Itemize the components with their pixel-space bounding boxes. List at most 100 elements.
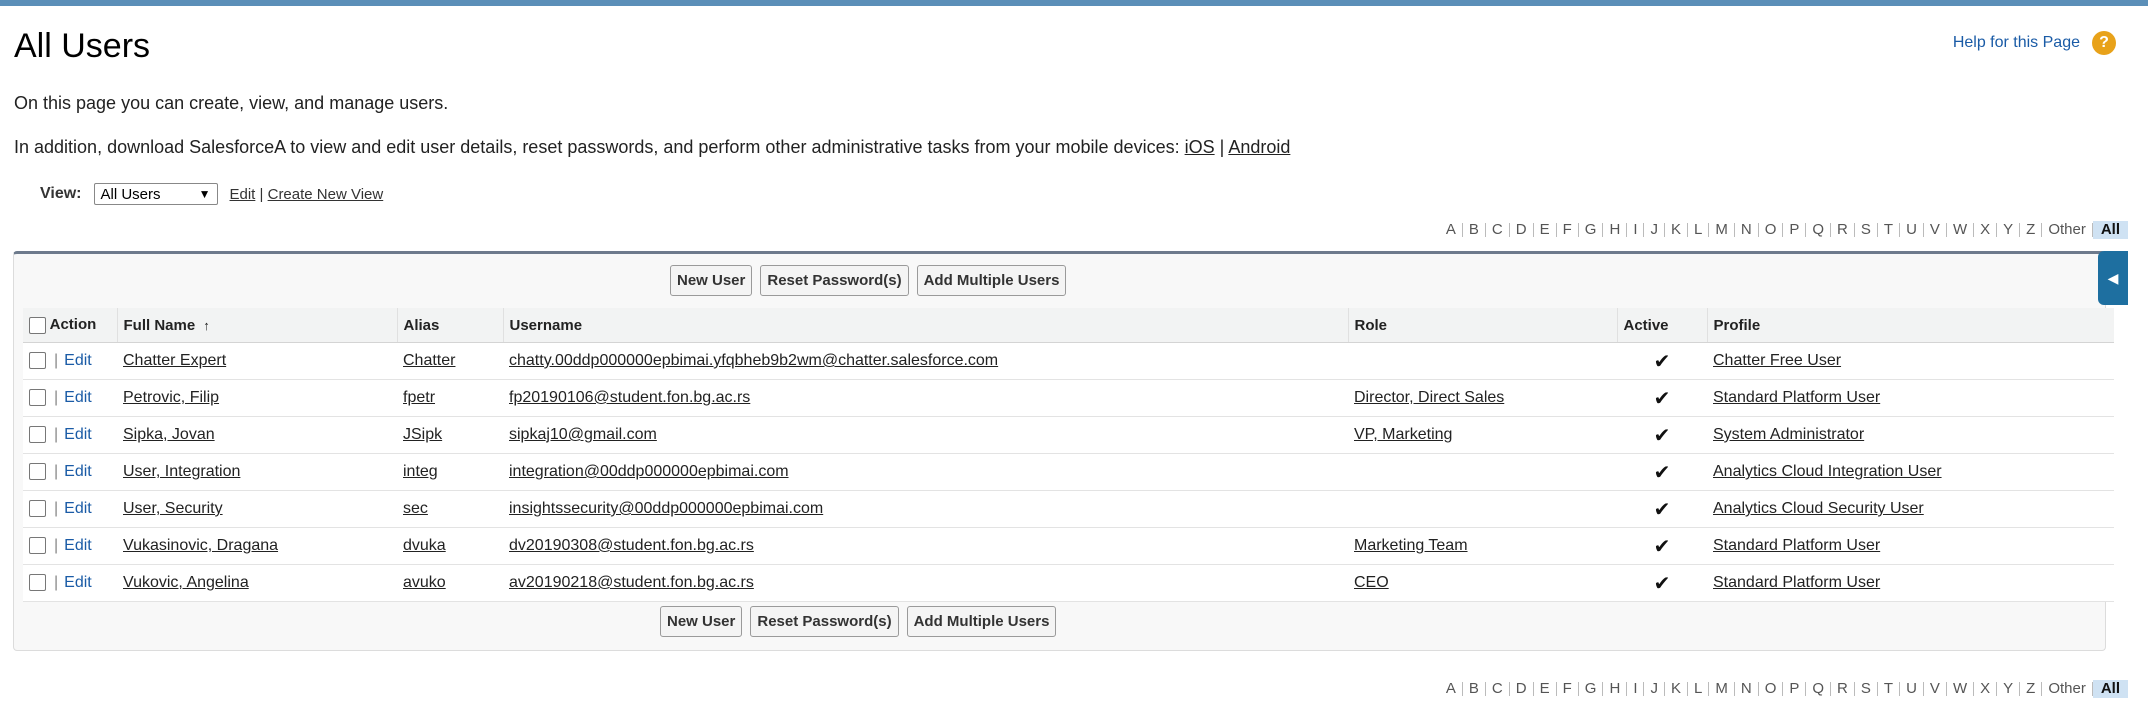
- edit-user-link[interactable]: Edit: [64, 352, 92, 369]
- alpha-filter-c[interactable]: C: [1486, 681, 1510, 696]
- alpha-filter-i[interactable]: I: [1627, 681, 1645, 696]
- profile-link[interactable]: Standard Platform User: [1713, 389, 1880, 406]
- username-link[interactable]: chatty.00ddp000000epbimai.yfqbheb9b2wm@c…: [509, 352, 998, 369]
- row-checkbox[interactable]: [29, 463, 46, 481]
- alpha-filter-v[interactable]: V: [1924, 681, 1947, 696]
- alpha-filter-s[interactable]: S: [1855, 681, 1878, 696]
- new-user-button-bottom[interactable]: New User: [660, 606, 743, 637]
- select-all-checkbox[interactable]: [29, 316, 46, 334]
- view-select[interactable]: All Users ▼: [93, 183, 218, 205]
- alpha-filter-s[interactable]: S: [1855, 222, 1878, 237]
- alpha-filter-h[interactable]: H: [1603, 222, 1628, 237]
- alpha-filter-d[interactable]: D: [1510, 681, 1534, 696]
- reset-password-button[interactable]: Reset Password(s): [760, 265, 909, 296]
- collapse-tab[interactable]: ◀: [2098, 251, 2128, 305]
- alpha-filter-x[interactable]: X: [1974, 222, 1998, 237]
- alpha-filter-q[interactable]: Q: [1806, 222, 1832, 237]
- alpha-filter-other[interactable]: Other: [2042, 222, 2093, 237]
- profile-link[interactable]: Chatter Free User: [1713, 352, 1841, 369]
- edit-user-link[interactable]: Edit: [64, 500, 92, 517]
- username-link[interactable]: av20190218@student.fon.bg.ac.rs: [509, 574, 754, 591]
- user-full-name-link[interactable]: User, Security: [123, 500, 223, 517]
- alpha-filter-all[interactable]: All: [2092, 680, 2128, 698]
- alpha-filter-w[interactable]: W: [1947, 222, 1975, 237]
- alpha-filter-t[interactable]: T: [1878, 681, 1901, 696]
- user-full-name-link[interactable]: Chatter Expert: [123, 352, 226, 369]
- active-header[interactable]: Active: [1616, 308, 1707, 343]
- alpha-filter-r[interactable]: R: [1831, 222, 1855, 237]
- profile-link[interactable]: Analytics Cloud Security User: [1713, 500, 1924, 517]
- alpha-filter-x[interactable]: X: [1974, 681, 1998, 696]
- new-user-button[interactable]: New User: [670, 265, 753, 296]
- help-icon[interactable]: ?: [2092, 31, 2116, 55]
- alpha-filter-n[interactable]: N: [1735, 222, 1759, 237]
- alpha-filter-p[interactable]: P: [1783, 681, 1807, 696]
- alpha-filter-m[interactable]: M: [1709, 222, 1735, 237]
- alpha-filter-a[interactable]: A: [1440, 222, 1463, 237]
- alpha-filter-y[interactable]: Y: [1997, 681, 2021, 696]
- create-new-view-link[interactable]: Create New View: [268, 186, 384, 203]
- alpha-filter-j[interactable]: J: [1644, 222, 1665, 237]
- alias-header[interactable]: Alias: [396, 308, 503, 343]
- alpha-filter-b[interactable]: B: [1463, 681, 1486, 696]
- full-name-header[interactable]: Full Name ↑: [116, 308, 397, 343]
- user-full-name-link[interactable]: Vukovic, Angelina: [123, 574, 249, 591]
- username-header[interactable]: Username: [502, 308, 1348, 343]
- alpha-filter-t[interactable]: T: [1878, 222, 1901, 237]
- alpha-filter-v[interactable]: V: [1924, 222, 1947, 237]
- user-alias-link[interactable]: fpetr: [403, 389, 435, 406]
- alpha-filter-u[interactable]: U: [1900, 681, 1924, 696]
- alpha-filter-u[interactable]: U: [1900, 222, 1924, 237]
- row-checkbox[interactable]: [29, 574, 46, 592]
- alpha-filter-k[interactable]: K: [1665, 222, 1688, 237]
- profile-link[interactable]: System Administrator: [1713, 426, 1864, 443]
- user-alias-link[interactable]: avuko: [403, 574, 446, 591]
- user-alias-link[interactable]: dvuka: [403, 537, 446, 554]
- alpha-filter-g[interactable]: G: [1579, 222, 1604, 237]
- user-alias-link[interactable]: sec: [403, 500, 428, 517]
- role-link[interactable]: Director, Direct Sales: [1354, 389, 1504, 406]
- username-link[interactable]: insightssecurity@00ddp000000epbimai.com: [509, 500, 823, 517]
- alpha-filter-w[interactable]: W: [1947, 681, 1975, 696]
- alpha-filter-m[interactable]: M: [1709, 681, 1735, 696]
- alpha-filter-p[interactable]: P: [1783, 222, 1807, 237]
- alpha-filter-e[interactable]: E: [1534, 222, 1557, 237]
- edit-user-link[interactable]: Edit: [64, 537, 92, 554]
- alpha-filter-y[interactable]: Y: [1997, 222, 2021, 237]
- profile-link[interactable]: Standard Platform User: [1713, 574, 1880, 591]
- android-link[interactable]: Android: [1228, 137, 1290, 157]
- role-link[interactable]: VP, Marketing: [1354, 426, 1452, 443]
- role-link[interactable]: CEO: [1354, 574, 1389, 591]
- alpha-filter-b[interactable]: B: [1463, 222, 1486, 237]
- add-multiple-users-button[interactable]: Add Multiple Users: [916, 265, 1067, 296]
- profile-link[interactable]: Analytics Cloud Integration User: [1713, 463, 1942, 480]
- row-checkbox[interactable]: [29, 537, 46, 555]
- profile-link[interactable]: Standard Platform User: [1713, 537, 1880, 554]
- help-link[interactable]: Help for this Page: [1953, 34, 2080, 52]
- user-alias-link[interactable]: JSipk: [403, 426, 442, 443]
- alpha-filter-all[interactable]: All: [2092, 221, 2128, 239]
- alpha-filter-a[interactable]: A: [1440, 681, 1463, 696]
- row-checkbox[interactable]: [29, 500, 46, 518]
- username-link[interactable]: integration@00ddp000000epbimai.com: [509, 463, 789, 480]
- edit-user-link[interactable]: Edit: [64, 426, 92, 443]
- user-full-name-link[interactable]: Sipka, Jovan: [123, 426, 215, 443]
- edit-view-link[interactable]: Edit: [230, 186, 256, 203]
- alpha-filter-q[interactable]: Q: [1806, 681, 1832, 696]
- alpha-filter-j[interactable]: J: [1644, 681, 1665, 696]
- username-link[interactable]: fp20190106@student.fon.bg.ac.rs: [509, 389, 750, 406]
- username-link[interactable]: dv20190308@student.fon.bg.ac.rs: [509, 537, 754, 554]
- alpha-filter-e[interactable]: E: [1534, 681, 1557, 696]
- alpha-filter-z[interactable]: Z: [2020, 681, 2043, 696]
- row-checkbox[interactable]: [29, 389, 46, 407]
- user-full-name-link[interactable]: User, Integration: [123, 463, 240, 480]
- alpha-filter-f[interactable]: F: [1557, 222, 1579, 237]
- alpha-filter-h[interactable]: H: [1603, 681, 1628, 696]
- row-checkbox[interactable]: [29, 426, 46, 444]
- alpha-filter-d[interactable]: D: [1510, 222, 1534, 237]
- edit-user-link[interactable]: Edit: [64, 574, 92, 591]
- alpha-filter-k[interactable]: K: [1665, 681, 1688, 696]
- user-alias-link[interactable]: Chatter: [403, 352, 455, 369]
- add-multiple-users-button-bottom[interactable]: Add Multiple Users: [906, 606, 1057, 637]
- alpha-filter-other[interactable]: Other: [2042, 681, 2093, 696]
